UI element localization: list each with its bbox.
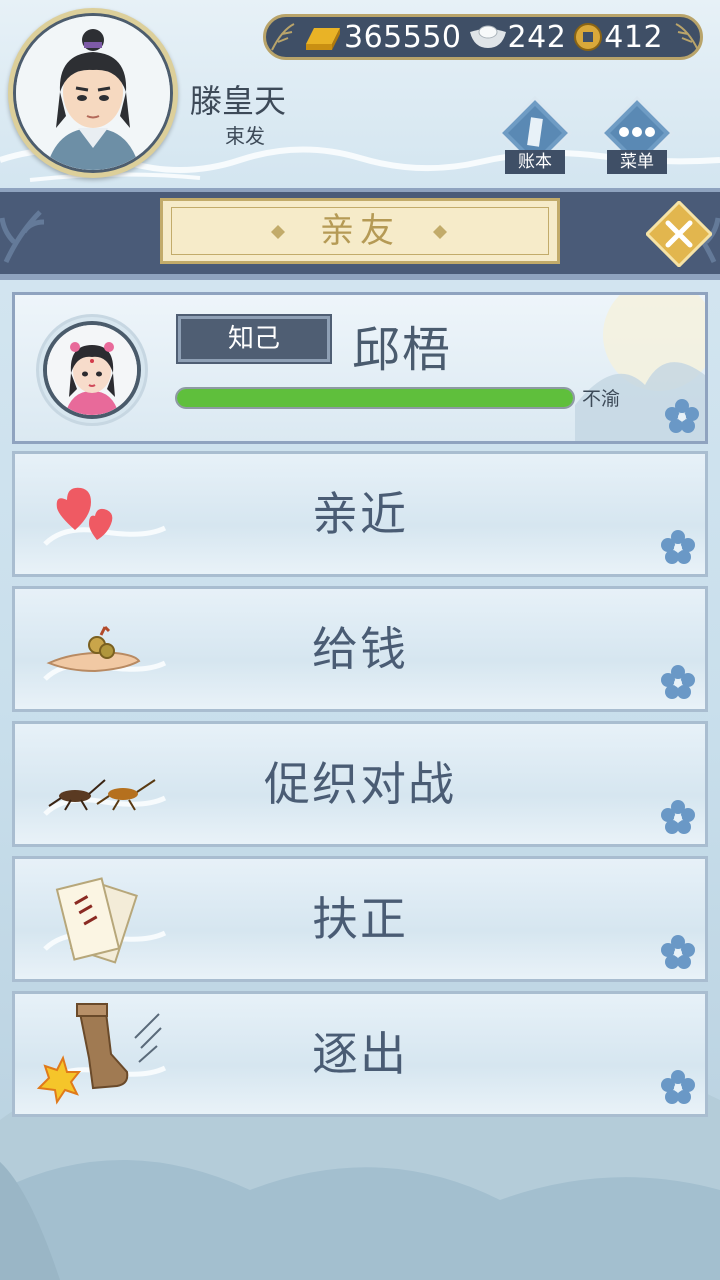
close-button[interactable] (644, 199, 714, 269)
bamboo-left-icon (271, 23, 295, 51)
ledger-button[interactable]: 账本 (496, 95, 574, 176)
menu-button[interactable]: 菜单 (598, 95, 676, 176)
page-title: 亲友 (320, 211, 400, 251)
action-promote-button[interactable]: 扶正 (12, 856, 708, 982)
action-give-money-button[interactable]: 给钱 (12, 586, 708, 712)
bamboo-right-icon (675, 23, 699, 51)
action-give-money-label: 给钱 (312, 622, 408, 676)
copper-coin-icon (574, 23, 603, 51)
friend-avatar[interactable] (36, 314, 148, 426)
currency-silver: 242 (468, 20, 567, 55)
silver-ingot-icon (469, 25, 506, 48)
player-title: 束发 (225, 124, 265, 148)
flower-icon (661, 530, 695, 564)
gold-bar-icon (306, 28, 340, 50)
gold-value: 365550 (344, 19, 462, 55)
currency-copper: 412 (572, 20, 663, 55)
flower-icon (661, 665, 695, 699)
ledger-label: 账本 (505, 150, 565, 174)
action-close-label: 亲近 (312, 487, 408, 541)
currency-gold: 365550 (302, 20, 462, 55)
flower-icon (661, 1070, 695, 1104)
affection-bar (175, 387, 575, 409)
flower-icon (661, 800, 695, 834)
female-avatar-icon (47, 325, 137, 415)
player-name: 滕皇天 (190, 82, 287, 120)
flower-icon (661, 935, 695, 969)
action-cricket-battle-label: 促织对战 (264, 757, 456, 811)
flower-icon (665, 399, 699, 433)
relation-label: 知己 (227, 324, 280, 354)
close-icon (644, 199, 714, 269)
silver-value: 242 (507, 19, 567, 55)
action-expel-label: 逐出 (312, 1027, 408, 1081)
player-avatar[interactable] (8, 8, 178, 178)
relation-badge: 知己 (176, 314, 332, 364)
currency-bar: 365550 242 412 (263, 14, 703, 60)
page-title-box: 亲友 (160, 198, 560, 264)
friend-name: 邱梧 (352, 322, 453, 378)
action-close-button[interactable]: 亲近 (12, 451, 708, 577)
affection-label: 不渝 (582, 388, 621, 410)
bamboo-leaves-left-icon (0, 210, 45, 264)
copper-value: 412 (604, 19, 664, 55)
male-scholar-avatar-icon (16, 16, 170, 170)
affection-bar-fill (177, 389, 573, 407)
action-expel-button[interactable]: 逐出 (12, 991, 708, 1117)
menu-label: 菜单 (607, 150, 667, 174)
action-cricket-battle-button[interactable]: 促织对战 (12, 721, 708, 847)
action-promote-label: 扶正 (312, 892, 408, 946)
